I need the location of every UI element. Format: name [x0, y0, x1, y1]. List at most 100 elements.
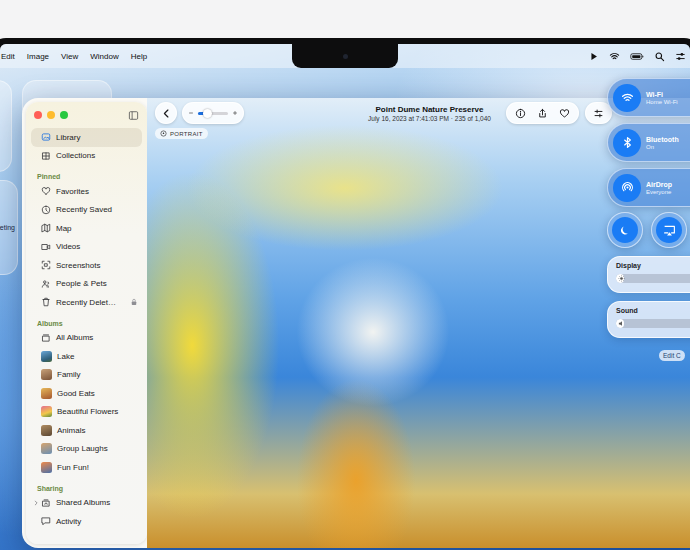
control-center-icon[interactable]	[675, 51, 686, 62]
zoom-button[interactable]	[60, 111, 68, 119]
control-tile[interactable]: Wi-FiHome Wi-Fi	[607, 78, 690, 117]
slider-track[interactable]	[616, 319, 690, 328]
album-thumbnail	[41, 443, 52, 454]
sidebar-item[interactable]: Activity	[31, 512, 142, 531]
sidebar-section-title[interactable]: Albums	[31, 312, 142, 329]
round-toggle-fill	[656, 217, 682, 243]
portrait-icon	[160, 130, 167, 137]
airdrop-icon	[621, 181, 634, 194]
toggle-button[interactable]	[613, 84, 641, 112]
slider-fill	[616, 274, 624, 283]
sidebar-item-label: Shared Albums	[56, 498, 138, 507]
desktop-widget[interactable]: eting	[0, 180, 18, 275]
slider-label: Sound	[616, 307, 690, 314]
sidebar-item[interactable]: Lake	[31, 347, 142, 366]
menu-item[interactable]: View	[61, 52, 78, 61]
badge-label: PORTRAIT	[170, 131, 203, 137]
sidebar-item[interactable]: Family	[31, 366, 142, 385]
tile-title: AirDrop	[646, 181, 672, 188]
heart-icon[interactable]	[559, 108, 570, 119]
sidebar-item[interactable]: Shared Albums	[31, 494, 142, 513]
portrait-badge[interactable]: PORTRAIT	[155, 128, 208, 139]
adjust-icon	[593, 108, 604, 119]
sidebar-item[interactable]: Library	[31, 128, 142, 147]
disclosure-chevron-icon[interactable]	[33, 500, 39, 506]
sidebar-item[interactable]: Favorites	[31, 182, 142, 201]
sidebar-item[interactable]: Animals	[31, 421, 142, 440]
slider-label: Display	[616, 262, 690, 269]
toolbar-left	[155, 102, 358, 124]
sidebar-item-label: Map	[56, 224, 138, 233]
sidebar-item[interactable]: All Albums	[31, 329, 142, 348]
edit-row: Edit C	[607, 350, 690, 361]
info-icon[interactable]	[515, 108, 526, 119]
zoom-track[interactable]	[198, 112, 228, 115]
toggle-button[interactable]	[613, 129, 641, 157]
sidebar-item[interactable]: Beautiful Flowers	[31, 403, 142, 422]
round-toggle[interactable]	[607, 212, 643, 248]
control-tile[interactable]: BluetoothOn	[607, 123, 690, 162]
edit-controls-button[interactable]: Edit C	[659, 350, 685, 361]
sidebar-item[interactable]: Group Laughs	[31, 440, 142, 459]
slider-panel: Sound	[607, 301, 690, 338]
photo-title-block: Point Dume Nature PreserveJuly 16, 2023 …	[368, 105, 491, 122]
sidebar-item[interactable]: Recently Delet…	[31, 293, 142, 312]
sidebar-item-label: People & Pets	[56, 279, 138, 288]
tile-text: BluetoothOn	[646, 136, 679, 150]
sidebar-item[interactable]: Good Eats	[31, 384, 142, 403]
photos-window: Library CollectionsPinned Favorites Recentl…	[22, 98, 690, 548]
sidebar-item[interactable]: Recently Saved	[31, 201, 142, 220]
tile-text: AirDropEveryone	[646, 181, 672, 195]
menu-item[interactable]: Window	[90, 52, 118, 61]
desktop: Edit Image View Window Help eting Library Colle…	[0, 44, 690, 550]
sidebar-item[interactable]: Collections	[31, 147, 142, 166]
sidebar-item[interactable]: Screenshots	[31, 256, 142, 275]
sidebar-item-label: Favorites	[56, 187, 138, 196]
battery-icon[interactable]	[630, 51, 644, 62]
page: Edit Image View Window Help eting Library Colle…	[0, 0, 690, 550]
sidebar-section-title[interactable]: Pinned	[31, 165, 142, 182]
menu-item[interactable]: Help	[131, 52, 147, 61]
album-thumbnail	[41, 425, 52, 436]
sidebar-item-label: All Albums	[56, 333, 138, 342]
sidebar-item-icon	[41, 205, 51, 215]
sidebar-toggle-icon[interactable]	[128, 110, 139, 121]
sidebar-item[interactable]: Map	[31, 219, 142, 238]
sidebar-item-label: Animals	[57, 426, 138, 435]
lock-icon	[130, 298, 138, 306]
sidebar-item-label: Library	[56, 133, 138, 142]
laptop-bezel: Edit Image View Window Help eting Library Colle…	[0, 38, 690, 550]
control-center: Wi-FiHome Wi-Fi BluetoothOn AirDropEveryon…	[607, 78, 690, 361]
sidebar-section-title[interactable]: Sharing	[31, 477, 142, 494]
close-button[interactable]	[34, 111, 42, 119]
toggle-button[interactable]	[613, 174, 641, 202]
sidebar-item-icon	[41, 223, 51, 233]
sidebar-item[interactable]: Videos	[31, 238, 142, 257]
back-button[interactable]	[155, 102, 177, 124]
photo-subtitle: July 16, 2023 at 7:41:03 PM · 235 of 1,0…	[368, 115, 491, 122]
menu-item[interactable]: Image	[27, 52, 49, 61]
minimize-button[interactable]	[47, 111, 55, 119]
sidebar-item-label: Fun Fun!	[57, 463, 138, 472]
sidebar-item-label: Activity	[56, 517, 138, 526]
menu-item[interactable]: Edit	[1, 52, 15, 61]
status-icons	[588, 51, 686, 62]
sidebar-item-label: Good Eats	[57, 389, 138, 398]
round-toggle[interactable]	[651, 212, 687, 248]
share-icon[interactable]	[537, 108, 548, 119]
control-tile[interactable]: AirDropEveryone	[607, 168, 690, 207]
sidebar-item[interactable]: People & Pets	[31, 275, 142, 294]
desktop-widget[interactable]	[0, 80, 12, 172]
tile-subtitle: On	[646, 144, 679, 150]
slider-track[interactable]	[616, 274, 690, 283]
zoom-out-icon[interactable]	[188, 110, 194, 116]
zoom-knob[interactable]	[203, 109, 212, 118]
speaker-icon	[618, 320, 625, 327]
now-playing-icon[interactable]	[588, 51, 599, 62]
photo-title: Point Dume Nature Preserve	[368, 105, 491, 114]
zoom-slider[interactable]	[182, 102, 244, 124]
zoom-in-icon[interactable]	[232, 110, 238, 116]
search-icon[interactable]	[654, 51, 665, 62]
wifi-icon[interactable]	[609, 51, 620, 62]
sidebar-item[interactable]: Fun Fun!	[31, 458, 142, 477]
